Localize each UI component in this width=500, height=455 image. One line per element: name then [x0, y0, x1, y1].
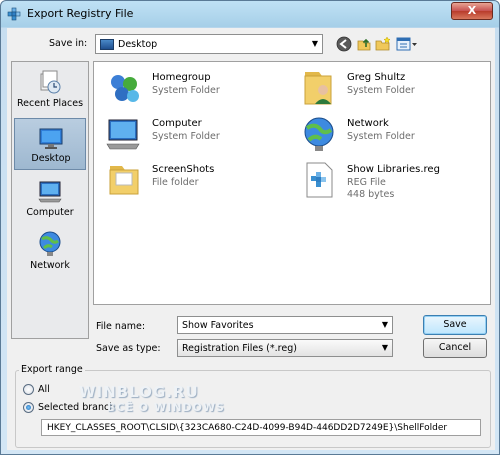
back-button[interactable]: [336, 36, 352, 52]
file-name: Homegroup: [152, 72, 211, 83]
network-icon: [39, 231, 61, 256]
view-menu-icon[interactable]: [396, 36, 418, 52]
registry-editor-icon: [7, 7, 21, 21]
chevron-down-icon: ▼: [381, 343, 388, 352]
radio-selected-branch[interactable]: [23, 402, 34, 413]
radio-selected-branch-label: Selected branch: [38, 402, 116, 413]
file-type: File folder: [152, 177, 199, 188]
places-bar: Recent Places Desktop Computer Network: [11, 61, 89, 339]
file-item-screenshots[interactable]: ScreenShots File folder: [104, 160, 294, 204]
chevron-down-icon[interactable]: ▼: [382, 320, 388, 329]
filename-value: Show Favorites: [182, 320, 254, 331]
file-item-computer[interactable]: Computer System Folder: [104, 114, 294, 158]
file-item-network[interactable]: Network System Folder: [299, 114, 489, 158]
save-button[interactable]: Save: [423, 315, 487, 335]
file-name: ScreenShots: [152, 164, 215, 175]
new-folder-icon[interactable]: [375, 36, 391, 52]
place-recent-places[interactable]: Recent Places: [14, 64, 86, 116]
place-network[interactable]: Network: [14, 226, 86, 278]
place-label: Computer: [26, 207, 74, 218]
file-type: System Folder: [152, 131, 220, 142]
chevron-down-icon: ▼: [311, 39, 318, 48]
filename-field[interactable]: Show Favorites ▼: [177, 316, 393, 334]
file-type: System Folder: [347, 85, 415, 96]
computer-icon: [106, 119, 140, 150]
savetype-label: Save as type:: [96, 343, 161, 354]
file-type: System Folder: [152, 85, 220, 96]
window-title: Export Registry File: [27, 7, 134, 20]
export-registry-dialog: Export Registry File X Save in: Desktop …: [0, 0, 500, 455]
user-folder-icon: [304, 72, 332, 105]
file-type: System Folder: [347, 131, 415, 142]
homegroup-icon: [111, 75, 139, 102]
title-bar: Export Registry File X: [1, 1, 499, 27]
file-name: Network: [347, 118, 389, 129]
close-button[interactable]: X: [451, 2, 493, 20]
file-item-greg-shultz[interactable]: Greg Shultz System Folder: [299, 68, 489, 112]
file-size: 448 bytes: [347, 189, 395, 200]
key-path-value: HKEY_CLASSES_ROOT\CLSID\{323CA680-C24D-4…: [47, 423, 448, 433]
radio-all-label: All: [38, 384, 50, 395]
up-one-level-icon[interactable]: [356, 36, 372, 52]
save-in-dropdown[interactable]: Desktop ▼: [95, 34, 323, 54]
computer-icon: [38, 181, 62, 203]
cancel-button[interactable]: Cancel: [423, 338, 487, 358]
export-range-title: Export range: [19, 364, 85, 375]
recent-places-icon: [40, 70, 61, 94]
file-item-homegroup[interactable]: Homegroup System Folder: [104, 68, 294, 112]
desktop-icon: [39, 128, 63, 149]
savetype-dropdown[interactable]: Registration Files (*.reg) ▼: [177, 339, 393, 357]
place-label: Network: [30, 260, 70, 271]
file-type: REG File: [347, 177, 386, 188]
selected-branch-path-field[interactable]: HKEY_CLASSES_ROOT\CLSID\{323CA680-C24D-4…: [41, 419, 481, 436]
save-in-label: Save in:: [49, 38, 88, 49]
file-name: Computer: [152, 118, 202, 129]
place-desktop[interactable]: Desktop: [14, 118, 86, 170]
place-computer[interactable]: Computer: [14, 173, 86, 225]
desktop-small-icon: [100, 39, 114, 50]
place-label: Desktop: [31, 153, 71, 164]
folder-icon: [109, 166, 139, 195]
network-icon: [304, 117, 334, 151]
file-item-show-libraries-reg[interactable]: Show Libraries.reg REG File 448 bytes: [299, 160, 489, 204]
file-name: Greg Shultz: [347, 72, 406, 83]
reg-file-icon: [306, 162, 333, 198]
save-in-value: Desktop: [118, 39, 158, 50]
radio-all[interactable]: [23, 384, 34, 395]
place-label: Recent Places: [16, 98, 84, 109]
savetype-value: Registration Files (*.reg): [182, 343, 297, 354]
dialog-client-area: Save in: Desktop ▼ Recent Places Desktop…: [7, 28, 495, 450]
filename-label: File name:: [96, 321, 146, 332]
file-list: Homegroup System Folder Greg Shultz Syst…: [93, 61, 491, 305]
file-name: Show Libraries.reg: [347, 164, 440, 175]
